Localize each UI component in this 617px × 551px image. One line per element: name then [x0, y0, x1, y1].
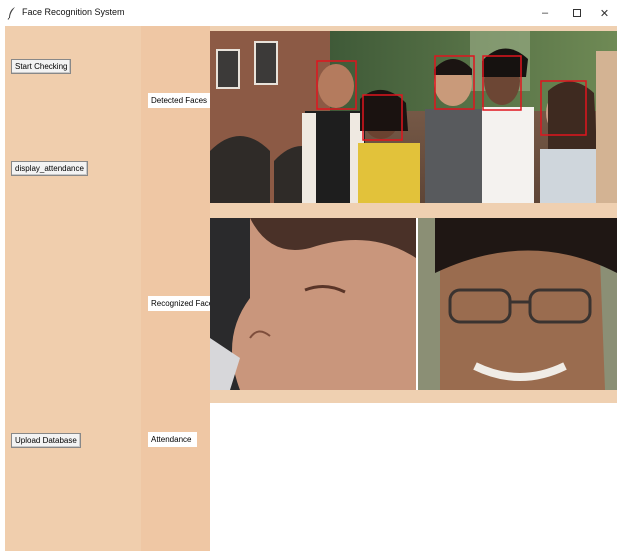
- minimize-icon: –: [541, 7, 549, 19]
- recognized-divider: [210, 390, 617, 403]
- group-photo: [210, 31, 617, 203]
- attendance-display-area: [210, 403, 617, 551]
- maximize-button[interactable]: [560, 0, 594, 26]
- detected-faces-label: Detected Faces: [148, 93, 210, 108]
- display-attendance-button[interactable]: display_attendance: [11, 161, 88, 176]
- recognized-faces-image: [210, 218, 617, 390]
- left-control-panel: [5, 26, 141, 551]
- window-title: Face Recognition System: [22, 7, 125, 17]
- minimize-button[interactable]: –: [528, 0, 562, 26]
- close-icon: ✕: [599, 7, 610, 20]
- detected-faces-image: [210, 31, 617, 203]
- face-crops: [210, 218, 617, 390]
- upload-database-button[interactable]: Upload Database: [11, 433, 81, 448]
- maximize-icon: [573, 9, 581, 17]
- start-checking-button[interactable]: Start Checking: [11, 59, 72, 74]
- detected-divider: [210, 203, 617, 218]
- recognized-faces-label: Recognized Faces: [148, 296, 210, 311]
- title-bar: Face Recognition System – ✕: [0, 0, 617, 26]
- attendance-label: Attendance: [148, 432, 197, 447]
- close-button[interactable]: ✕: [592, 0, 617, 26]
- feather-icon: [7, 7, 15, 20]
